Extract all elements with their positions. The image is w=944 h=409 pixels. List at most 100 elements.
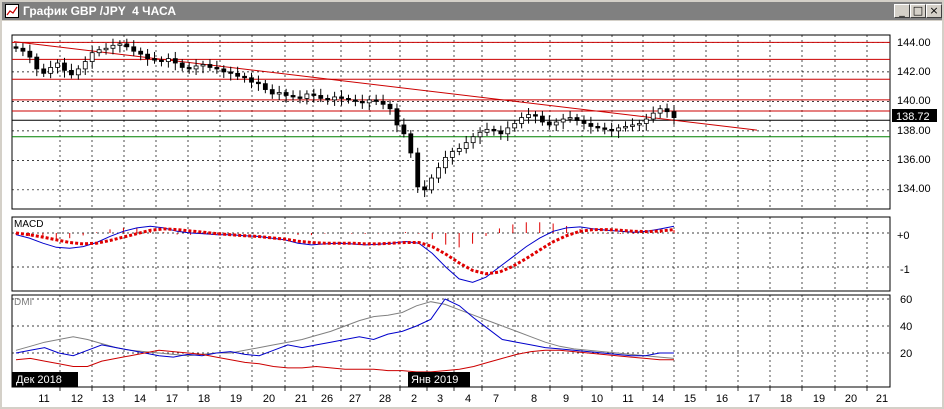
- candle-body: [519, 117, 525, 124]
- candle-body: [664, 108, 670, 113]
- dec-2018-label: Дек 2018: [16, 374, 62, 386]
- candle-body: [186, 67, 192, 70]
- candle-body: [131, 46, 137, 52]
- candle-body: [172, 58, 178, 64]
- candle-body: [339, 96, 344, 99]
- candle-body: [75, 68, 81, 76]
- candle-body: [41, 68, 47, 74]
- candle-body: [636, 123, 642, 126]
- dmi-tick-20: 20: [900, 348, 912, 360]
- candle-body: [630, 124, 635, 127]
- time-axis-label: 10: [591, 393, 603, 405]
- candle-body: [588, 123, 594, 127]
- candle-body: [145, 53, 151, 59]
- time-axis-label: 19: [813, 393, 825, 405]
- candle-body: [200, 64, 206, 67]
- time-axis: 11 12 13 14 17 18 19 20 21 26 27 28 2 3 4 7 8 9 10 11 14 15 16…: [38, 387, 888, 405]
- candle-body: [540, 115, 545, 123]
- time-axis-label: 3: [437, 393, 443, 405]
- candle-body: [505, 127, 511, 135]
- candle-body: [436, 167, 441, 179]
- candle-body: [256, 81, 261, 85]
- time-axis-label: 11: [38, 393, 49, 405]
- candle-body: [394, 108, 400, 126]
- candle-body: [138, 50, 144, 55]
- candle-body: [269, 89, 275, 95]
- time-axis-label: 21: [295, 393, 307, 405]
- minimize-button[interactable]: _: [894, 4, 910, 18]
- candle-body: [165, 58, 171, 62]
- chart-area[interactable]: 144.00 142.00 140.00 138.00 136.00 134.0…: [2, 21, 942, 407]
- candle-body: [671, 111, 677, 118]
- candle-body: [82, 61, 88, 70]
- dmi-label: DMI: [14, 297, 32, 308]
- candle-body: [124, 43, 130, 48]
- candle-body: [581, 120, 587, 124]
- candle-body: [110, 44, 116, 49]
- candle-body: [159, 59, 164, 62]
- candle-body: [152, 58, 157, 61]
- candle-body: [103, 47, 109, 51]
- dmi-tick-60: 60: [900, 294, 912, 306]
- jan-2019-label: Янв 2019: [411, 374, 458, 386]
- candle-body: [48, 67, 54, 74]
- candle-body: [214, 67, 220, 70]
- candle-body: [207, 64, 213, 68]
- candle-body: [359, 100, 365, 104]
- time-axis-label: 18: [198, 393, 210, 405]
- candle-body: [456, 148, 462, 152]
- candle-body: [526, 114, 531, 118]
- window-title: График GBP /JPY 4 ЧАСА: [23, 4, 176, 18]
- time-axis-label: 20: [263, 393, 275, 405]
- candle-body: [650, 112, 656, 120]
- macd-tick-zero: +0: [897, 230, 910, 242]
- candle-body: [643, 118, 649, 124]
- candle-body: [595, 126, 601, 129]
- title-bar[interactable]: График GBP /JPY 4 ЧАСА _ □ ×: [2, 2, 942, 20]
- price-tick-138: 138.00: [897, 125, 931, 137]
- close-button[interactable]: ×: [926, 4, 942, 18]
- time-axis-label: 14: [134, 393, 146, 405]
- time-axis-label: 19: [230, 393, 242, 405]
- candle-body: [249, 77, 254, 83]
- candle-body: [69, 69, 74, 76]
- time-axis-label: 8: [531, 393, 537, 405]
- dmi-tick-40: 40: [900, 321, 912, 333]
- time-axis-label: 17: [748, 393, 760, 405]
- candle-body: [560, 118, 566, 123]
- candle-body: [297, 96, 303, 99]
- candle-body: [242, 75, 247, 79]
- candle-body: [221, 68, 227, 73]
- candle-body: [533, 114, 538, 117]
- candle-body: [429, 177, 434, 191]
- candle-body: [318, 95, 324, 99]
- time-axis-label: 27: [349, 393, 361, 405]
- time-axis-label: 11: [622, 393, 633, 405]
- candle-body: [62, 62, 67, 71]
- maximize-button[interactable]: □: [910, 4, 926, 18]
- candle-body: [380, 100, 386, 105]
- chart-glyph: [6, 6, 18, 16]
- candle-body: [498, 130, 504, 135]
- candle-body: [484, 128, 490, 133]
- candle-body: [96, 49, 102, 54]
- candle-body: [373, 99, 379, 102]
- candle-body: [304, 93, 310, 99]
- chart-canvas[interactable]: 144.00 142.00 140.00 138.00 136.00 134.0…: [2, 21, 942, 407]
- candle-body: [449, 151, 455, 158]
- macd-label: MACD: [14, 219, 43, 230]
- chart-app-icon: [5, 4, 19, 18]
- candle-body: [408, 133, 414, 154]
- candle-body: [34, 56, 40, 70]
- time-axis-label: 2: [411, 393, 417, 405]
- candle-body: [546, 121, 552, 126]
- candle-body: [443, 156, 448, 169]
- price-tick-140: 140.00: [897, 95, 931, 107]
- candle-body: [463, 142, 469, 149]
- candle-body: [13, 46, 19, 49]
- candle-body: [346, 98, 351, 101]
- candle-body: [311, 93, 317, 96]
- price-tick-144: 144.00: [897, 37, 931, 49]
- candle-body: [89, 52, 95, 62]
- candle-body: [609, 128, 615, 132]
